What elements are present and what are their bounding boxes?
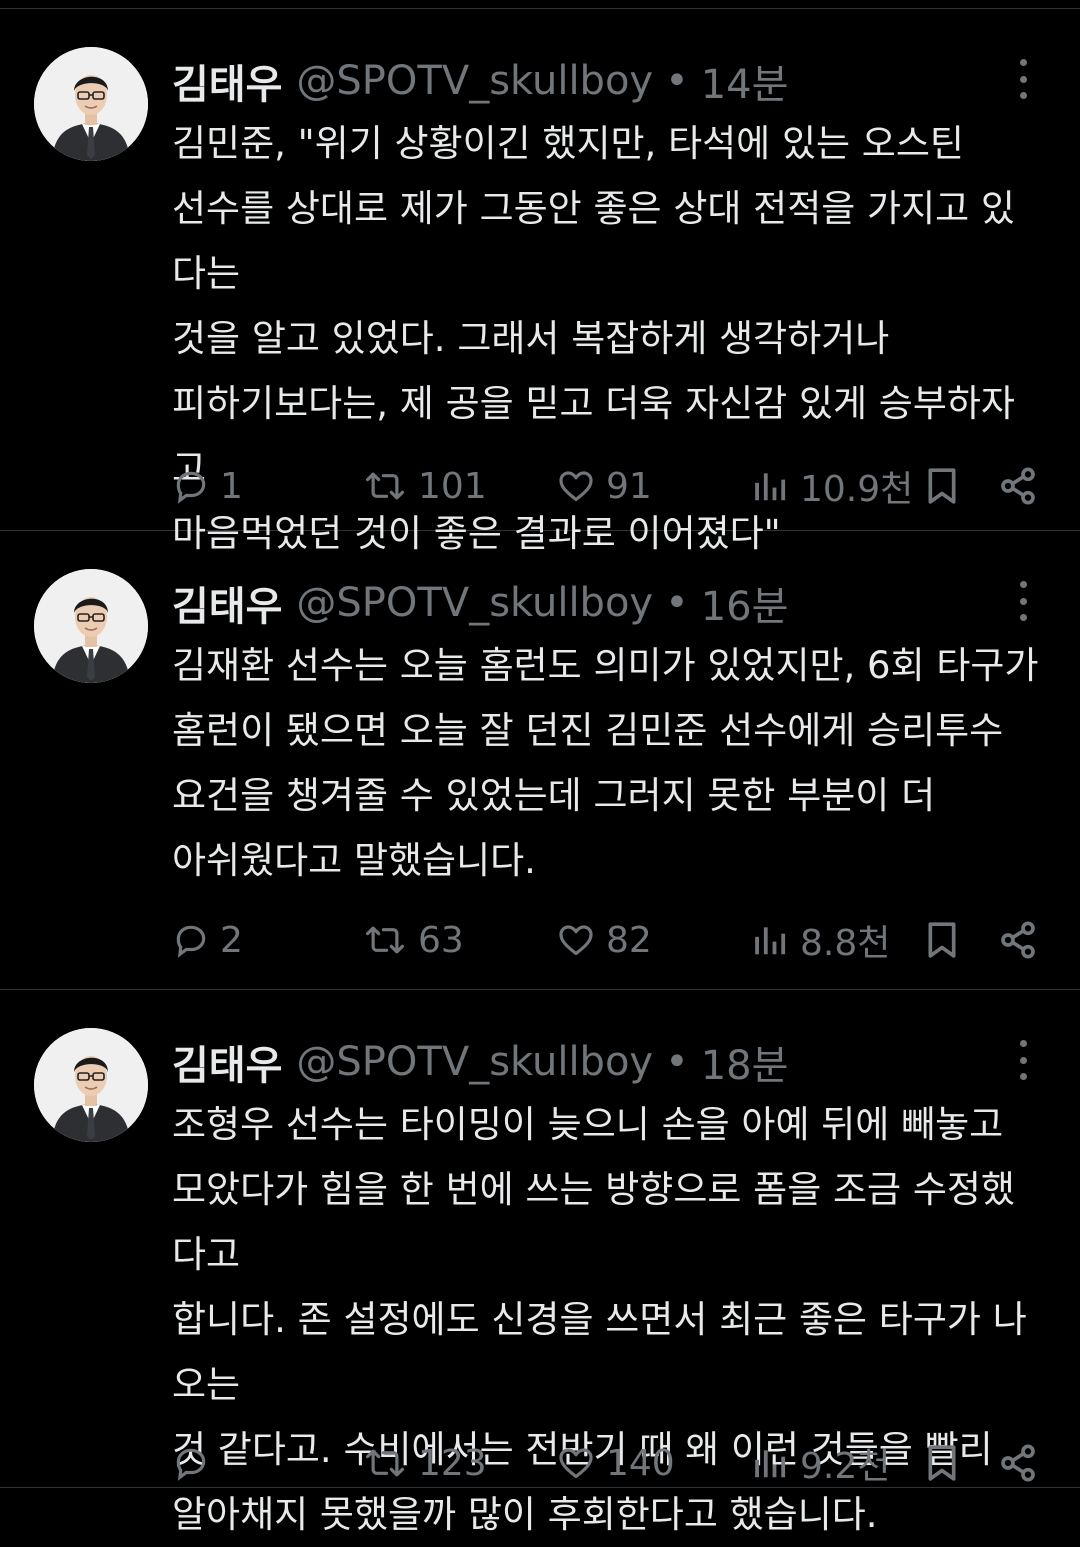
- action-bar: 1 101 91 10.9천: [0, 458, 1080, 514]
- like-button[interactable]: 82: [556, 912, 652, 968]
- share-icon: [1001, 921, 1035, 959]
- more-icon[interactable]: [1008, 59, 1038, 99]
- retweet-count: 123: [418, 1442, 487, 1484]
- retweet-count: 63: [418, 919, 464, 961]
- separator-dot: •: [665, 580, 689, 626]
- action-bar: 2 63 82 8.8천: [0, 912, 1080, 968]
- avatar[interactable]: [34, 47, 148, 161]
- retweet-button[interactable]: 123: [362, 1435, 487, 1491]
- tweet-header: 김태우 @SPOTV_skullboy • 18분: [172, 1034, 1080, 1090]
- share-button[interactable]: [998, 1435, 1048, 1491]
- views-button[interactable]: 10.9천: [752, 458, 913, 514]
- share-button[interactable]: [998, 912, 1048, 968]
- view-count: 8.8천: [800, 923, 891, 964]
- view-count: 10.9천: [800, 469, 914, 510]
- timestamp[interactable]: 14분: [701, 52, 789, 110]
- share-icon: [1001, 467, 1035, 505]
- views-icon: [755, 473, 786, 501]
- like-count: 82: [606, 919, 652, 961]
- reply-button[interactable]: 2: [172, 912, 243, 968]
- retweet-icon: [366, 926, 404, 954]
- reply-icon: [176, 1448, 206, 1481]
- reply-button[interactable]: 1: [172, 458, 243, 514]
- author-name[interactable]: 김태우: [172, 574, 282, 632]
- bookmark-icon: [928, 922, 956, 958]
- bookmark-button[interactable]: [922, 458, 972, 514]
- bookmark-button[interactable]: [922, 1435, 972, 1491]
- top-divider: [0, 0, 1080, 9]
- heart-icon: [559, 1448, 593, 1479]
- heart-icon: [559, 925, 593, 956]
- author-handle[interactable]: @SPOTV_skullboy: [296, 580, 653, 626]
- reply-icon: [176, 925, 206, 958]
- tweet[interactable]: 김태우 @SPOTV_skullboy • 16분 김재환 선수는 오늘 홈런도…: [0, 531, 1080, 990]
- avatar[interactable]: [34, 569, 148, 683]
- separator-dot: •: [665, 1039, 689, 1085]
- author-name[interactable]: 김태우: [172, 52, 282, 110]
- views-icon: [755, 927, 786, 955]
- more-icon[interactable]: [1008, 581, 1038, 621]
- retweet-icon: [366, 1449, 404, 1477]
- like-count: 91: [606, 465, 652, 507]
- tweet-header: 김태우 @SPOTV_skullboy • 16분: [172, 575, 1080, 631]
- retweet-button[interactable]: 63: [362, 912, 464, 968]
- timestamp[interactable]: 18분: [701, 1033, 789, 1091]
- views-button[interactable]: 8.8천: [752, 912, 890, 968]
- retweet-button[interactable]: 101: [362, 458, 487, 514]
- view-count: 9.2천: [800, 1446, 891, 1487]
- author-handle[interactable]: @SPOTV_skullboy: [296, 58, 653, 104]
- tweet[interactable]: 김태우 @SPOTV_skullboy • 14분 김민준, "위기 상황이긴 …: [0, 9, 1080, 555]
- avatar[interactable]: [34, 1028, 148, 1142]
- tweet[interactable]: 김태우 @SPOTV_skullboy • 18분 조형우 선수는 타이밍이 늦…: [0, 990, 1080, 1536]
- action-bar: 123 140 9.2천: [0, 1435, 1080, 1491]
- separator-dot: •: [665, 58, 689, 104]
- views-button[interactable]: 9.2천: [752, 1435, 890, 1491]
- like-button[interactable]: 91: [556, 458, 652, 514]
- reply-count: 2: [220, 919, 243, 961]
- retweet-icon: [366, 472, 404, 500]
- reply-count: 1: [220, 465, 243, 507]
- author-name[interactable]: 김태우: [172, 1033, 282, 1091]
- reply-button[interactable]: [172, 1435, 220, 1491]
- bookmark-button[interactable]: [922, 912, 972, 968]
- retweet-count: 101: [418, 465, 487, 507]
- reply-icon: [176, 471, 206, 504]
- share-button[interactable]: [998, 458, 1048, 514]
- bookmark-icon: [928, 1445, 956, 1481]
- tweet-text: 김재환 선수는 오늘 홈런도 의미가 있었지만, 6회 타구가 홈런이 됐으면 …: [172, 644, 1039, 882]
- like-button[interactable]: 140: [556, 1435, 675, 1491]
- more-icon[interactable]: [1008, 1040, 1038, 1080]
- bookmark-icon: [928, 468, 956, 504]
- timeline: 김태우 @SPOTV_skullboy • 14분 김민준, "위기 상황이긴 …: [0, 9, 1080, 1536]
- timestamp[interactable]: 16분: [701, 574, 789, 632]
- author-handle[interactable]: @SPOTV_skullboy: [296, 1039, 653, 1085]
- heart-icon: [559, 471, 593, 502]
- views-icon: [755, 1450, 786, 1478]
- tweet-header: 김태우 @SPOTV_skullboy • 14분: [172, 53, 1080, 109]
- share-icon: [1001, 1444, 1035, 1482]
- like-count: 140: [606, 1442, 675, 1484]
